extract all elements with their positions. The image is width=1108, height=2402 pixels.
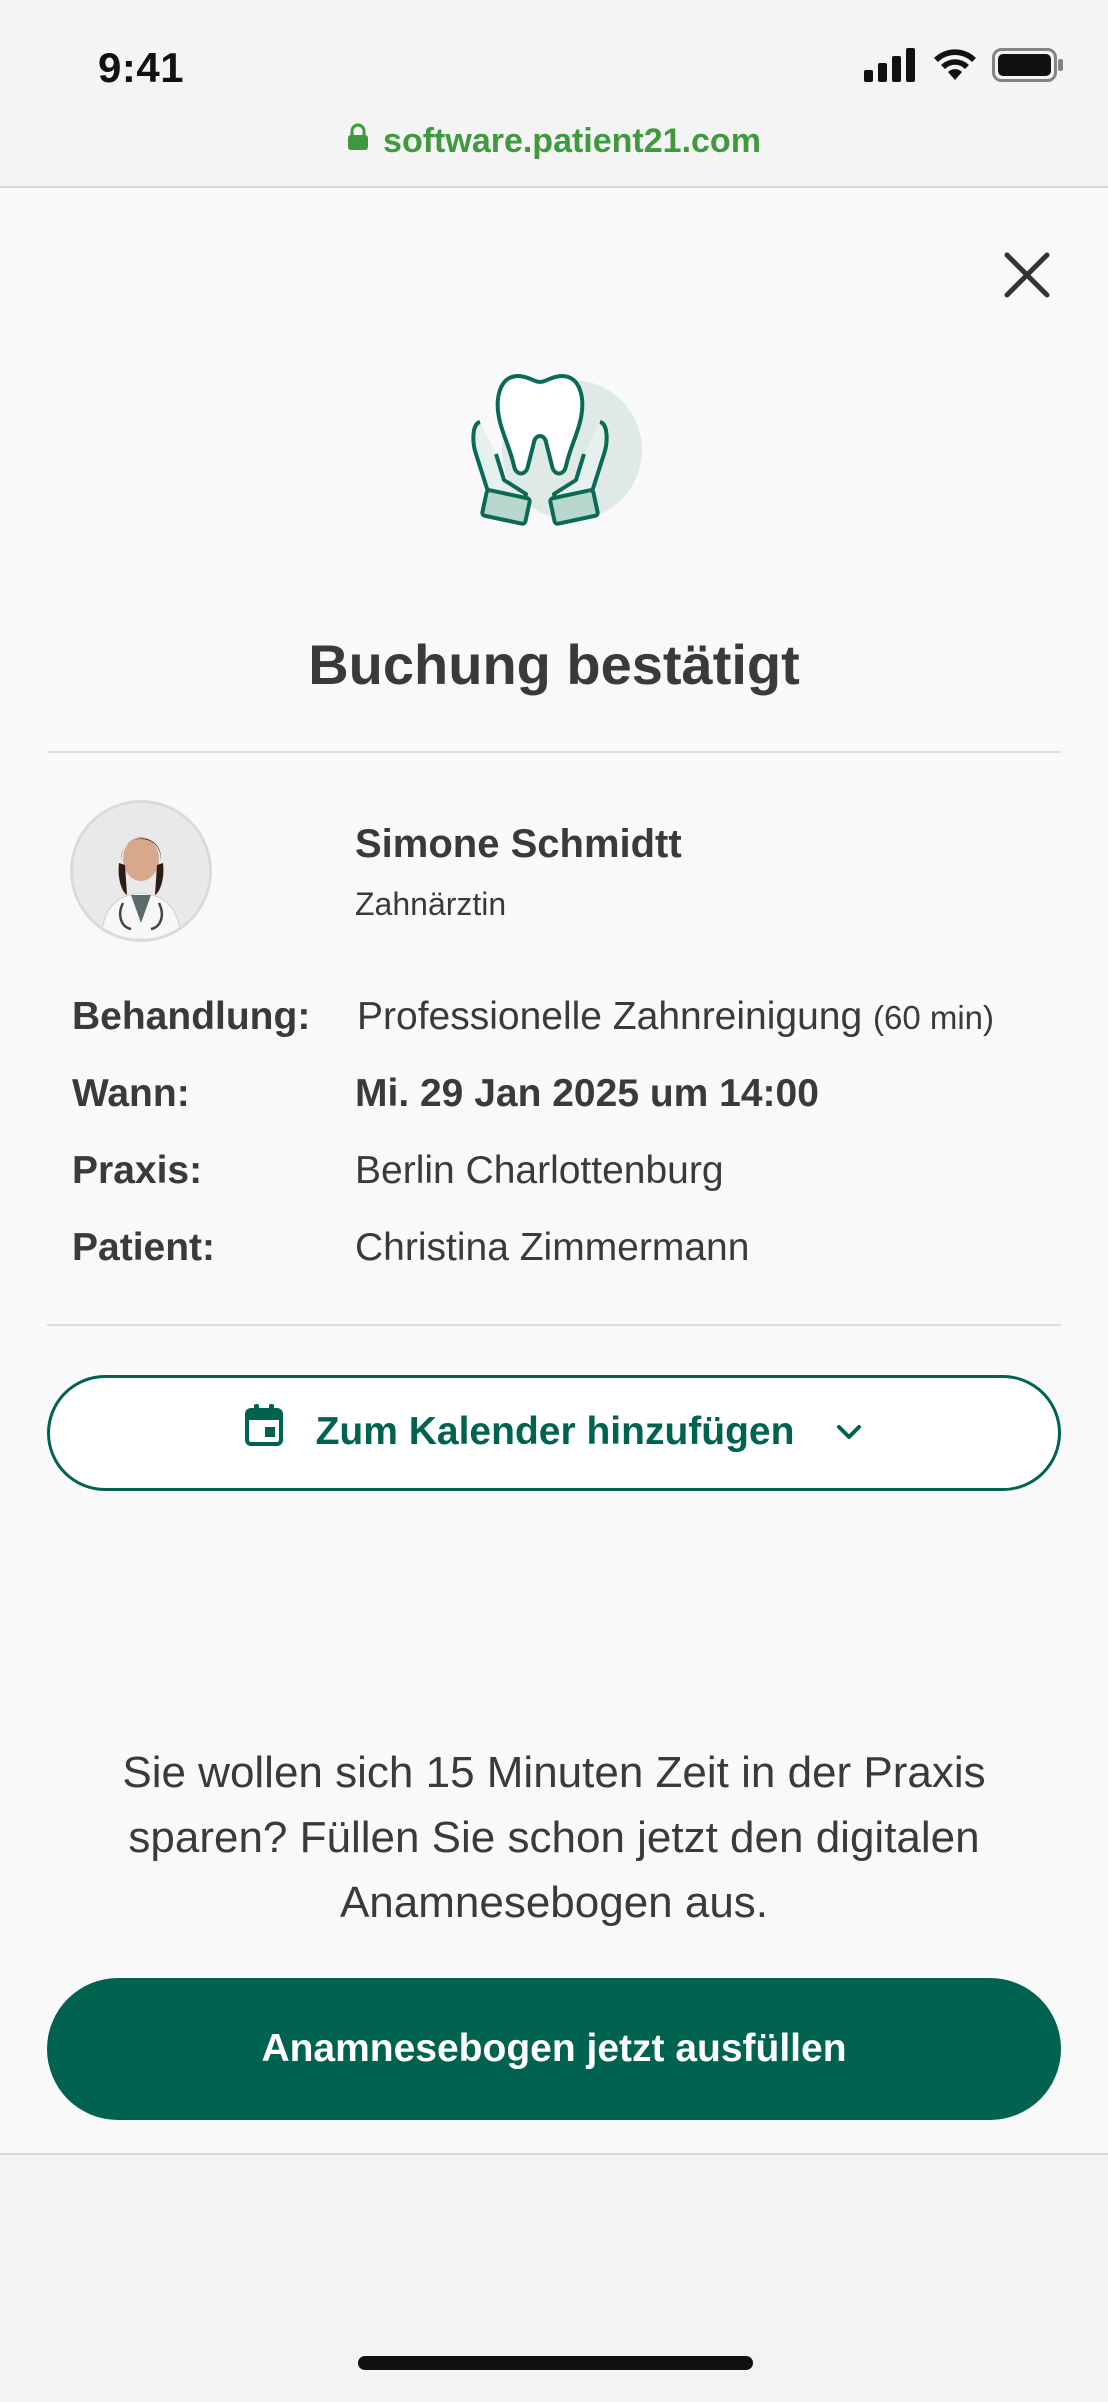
detail-row-treatment: Behandlung: Professionelle Zahnreinigung… xyxy=(72,995,1072,1055)
detail-row-when: Wann: Mi. 29 Jan 2025 um 14:00 xyxy=(72,1072,1072,1132)
home-indicator[interactable] xyxy=(358,2356,753,2370)
treatment-duration: (60 min) xyxy=(873,999,995,1036)
divider-bottom xyxy=(47,1324,1061,1326)
patient-value: Christina Zimmermann xyxy=(355,1226,750,1269)
doctor-name: Simone Schmidtt xyxy=(355,822,682,866)
detail-row-patient: Patient: Christina Zimmermann xyxy=(72,1226,1072,1286)
divider-top xyxy=(47,751,1061,753)
calendar-icon xyxy=(244,1403,283,1456)
add-to-calendar-content: Zum Kalender hinzufügen xyxy=(50,1403,1058,1456)
treatment-name: Professionelle Zahnreinigung xyxy=(357,995,863,1038)
anamnesis-promo-text: Sie wollen sich 15 Minuten Zeit in der P… xyxy=(122,1748,986,1927)
battery-icon xyxy=(992,48,1063,82)
url-display[interactable]: software.patient21.com xyxy=(0,122,1108,161)
doctor-role: Zahnärztin xyxy=(355,886,507,922)
status-time: 9:41 xyxy=(98,44,185,91)
confirmation-title: Buchung bestätigt xyxy=(308,633,800,696)
chevron-down-icon xyxy=(835,1408,863,1452)
when-label: Wann: xyxy=(72,1072,190,1115)
signal-icon xyxy=(864,48,915,82)
detail-row-practice: Praxis: Berlin Charlottenburg xyxy=(72,1149,1072,1209)
patient-label: Patient: xyxy=(72,1226,216,1269)
practice-label: Praxis: xyxy=(72,1149,203,1192)
treatment-label: Behandlung: xyxy=(72,995,311,1038)
add-to-calendar-button[interactable]: Zum Kalender hinzufügen xyxy=(47,1375,1061,1491)
fill-anamnesis-button[interactable]: Anamnesebogen jetzt ausfüllen xyxy=(47,1978,1061,2120)
when-value: Mi. 29 Jan 2025 um 14:00 xyxy=(355,1072,819,1115)
add-to-calendar-label: Zum Kalender hinzufügen xyxy=(315,1410,795,1453)
url-bar[interactable]: software.patient21.com xyxy=(0,108,1108,188)
practice-value: Berlin Charlottenburg xyxy=(355,1149,724,1192)
lock-icon xyxy=(347,121,369,160)
status-icons xyxy=(864,48,1064,82)
wifi-icon xyxy=(934,49,976,80)
treatment-value: Professionelle Zahnreinigung (60 min) xyxy=(357,995,994,1039)
avatar xyxy=(70,800,212,942)
tooth-hands-icon xyxy=(460,362,650,552)
close-icon[interactable] xyxy=(997,245,1057,305)
url-text: software.patient21.com xyxy=(383,122,761,160)
